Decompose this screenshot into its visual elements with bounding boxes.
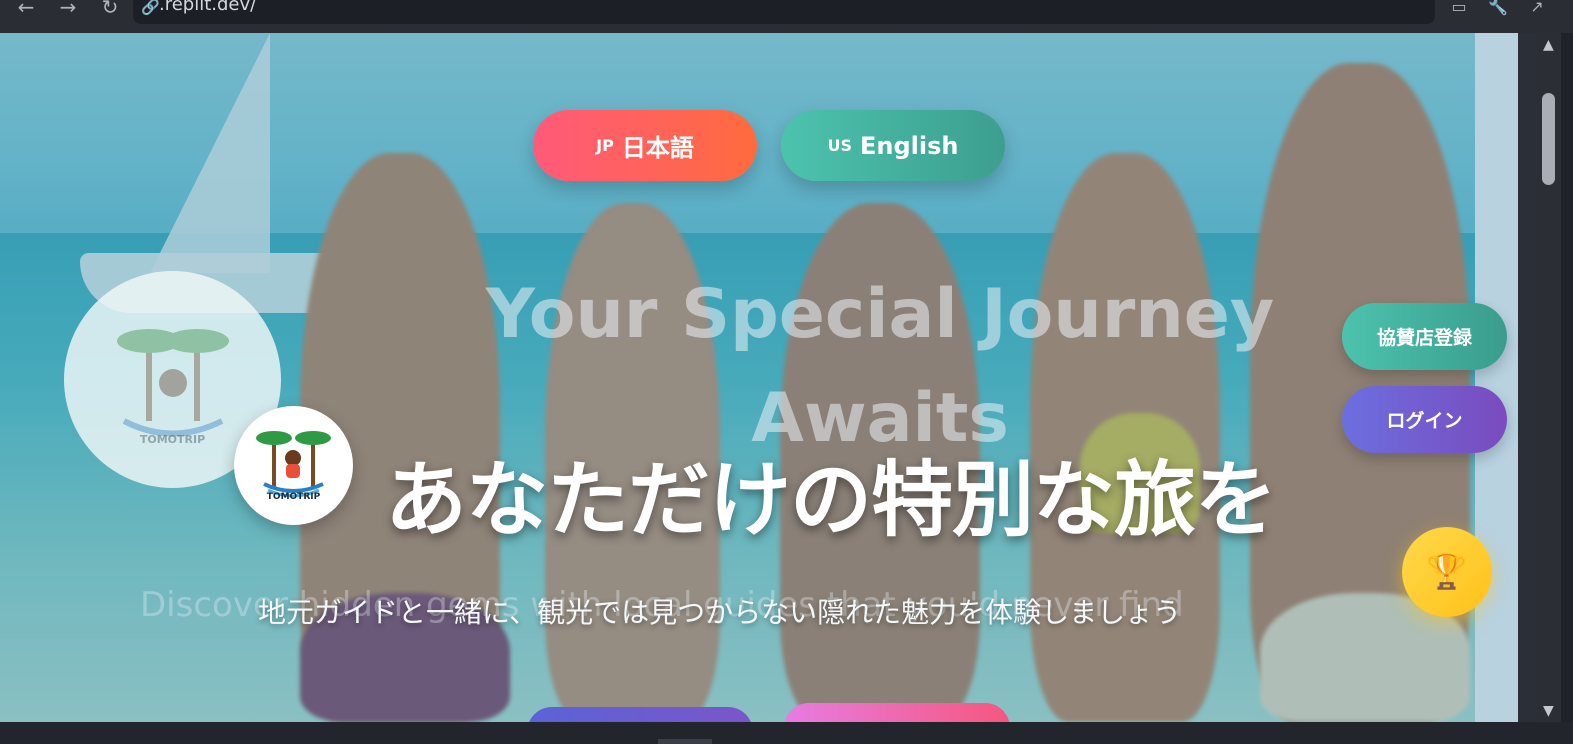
page-scrollbar[interactable]: ▲ ▼ (1537, 33, 1561, 722)
bottom-panel (0, 722, 1573, 744)
open-external-icon[interactable]: ↗ (1526, 0, 1548, 20)
language-japanese-button[interactable]: JP 日本語 (533, 110, 757, 181)
link-icon: 🔗 (141, 0, 160, 16)
hero-title: あなただけの特別な旅を (385, 453, 1277, 548)
trophy-icon[interactable]: 🏆 (1402, 527, 1492, 617)
window-right-edge (1561, 33, 1573, 744)
right-dark-panel (1518, 33, 1537, 722)
bottom-panel-handle[interactable] (658, 739, 712, 744)
page-viewport: TOMOTRIP Your Special Journey Awaits Dis… (0, 33, 1537, 722)
wrench-icon[interactable]: 🔧 (1487, 0, 1509, 20)
language-english-label: English (860, 131, 959, 160)
reload-icon[interactable]: ↻ (96, 0, 124, 22)
bottom-button-left[interactable] (527, 707, 753, 722)
url-text: .replit.dev/ (159, 0, 257, 15)
sponsor-register-button[interactable]: 協賛店登録 (1342, 303, 1507, 370)
scroll-thumb[interactable] (1542, 93, 1555, 185)
us-flag-icon: US (827, 136, 853, 155)
arrow-right-icon[interactable]: → (54, 0, 82, 22)
scroll-up-icon[interactable]: ▲ (1543, 37, 1554, 53)
language-english-button[interactable]: US English (781, 110, 1005, 181)
scroll-down-icon[interactable]: ▼ (1543, 703, 1554, 719)
language-japanese-label: 日本語 (621, 134, 694, 162)
address-bar[interactable]: 🔗 .replit.dev/ (133, 0, 1435, 24)
login-button[interactable]: ログイン (1342, 386, 1507, 453)
bottom-button-right[interactable] (784, 703, 1010, 722)
hero-subtitle: 地元ガイドと一緒に、観光では見つからない隠れた魅力を体験しましょう (258, 596, 1182, 629)
palm-tree-icon (256, 431, 331, 498)
background-title-line1: Your Special Journey (485, 275, 1275, 354)
logo-text: TOMOTRIP (266, 492, 321, 502)
arrow-left-icon[interactable]: ← (12, 0, 40, 22)
devices-icon[interactable]: ▭ (1448, 0, 1470, 20)
jp-flag-icon: JP (596, 136, 614, 155)
browser-toolbar: ← → ↻ 🔗 .replit.dev/ ▭ 🔧 ↗ (0, 0, 1573, 33)
tomotrip-logo[interactable]: TOMOTRIP (234, 406, 353, 525)
